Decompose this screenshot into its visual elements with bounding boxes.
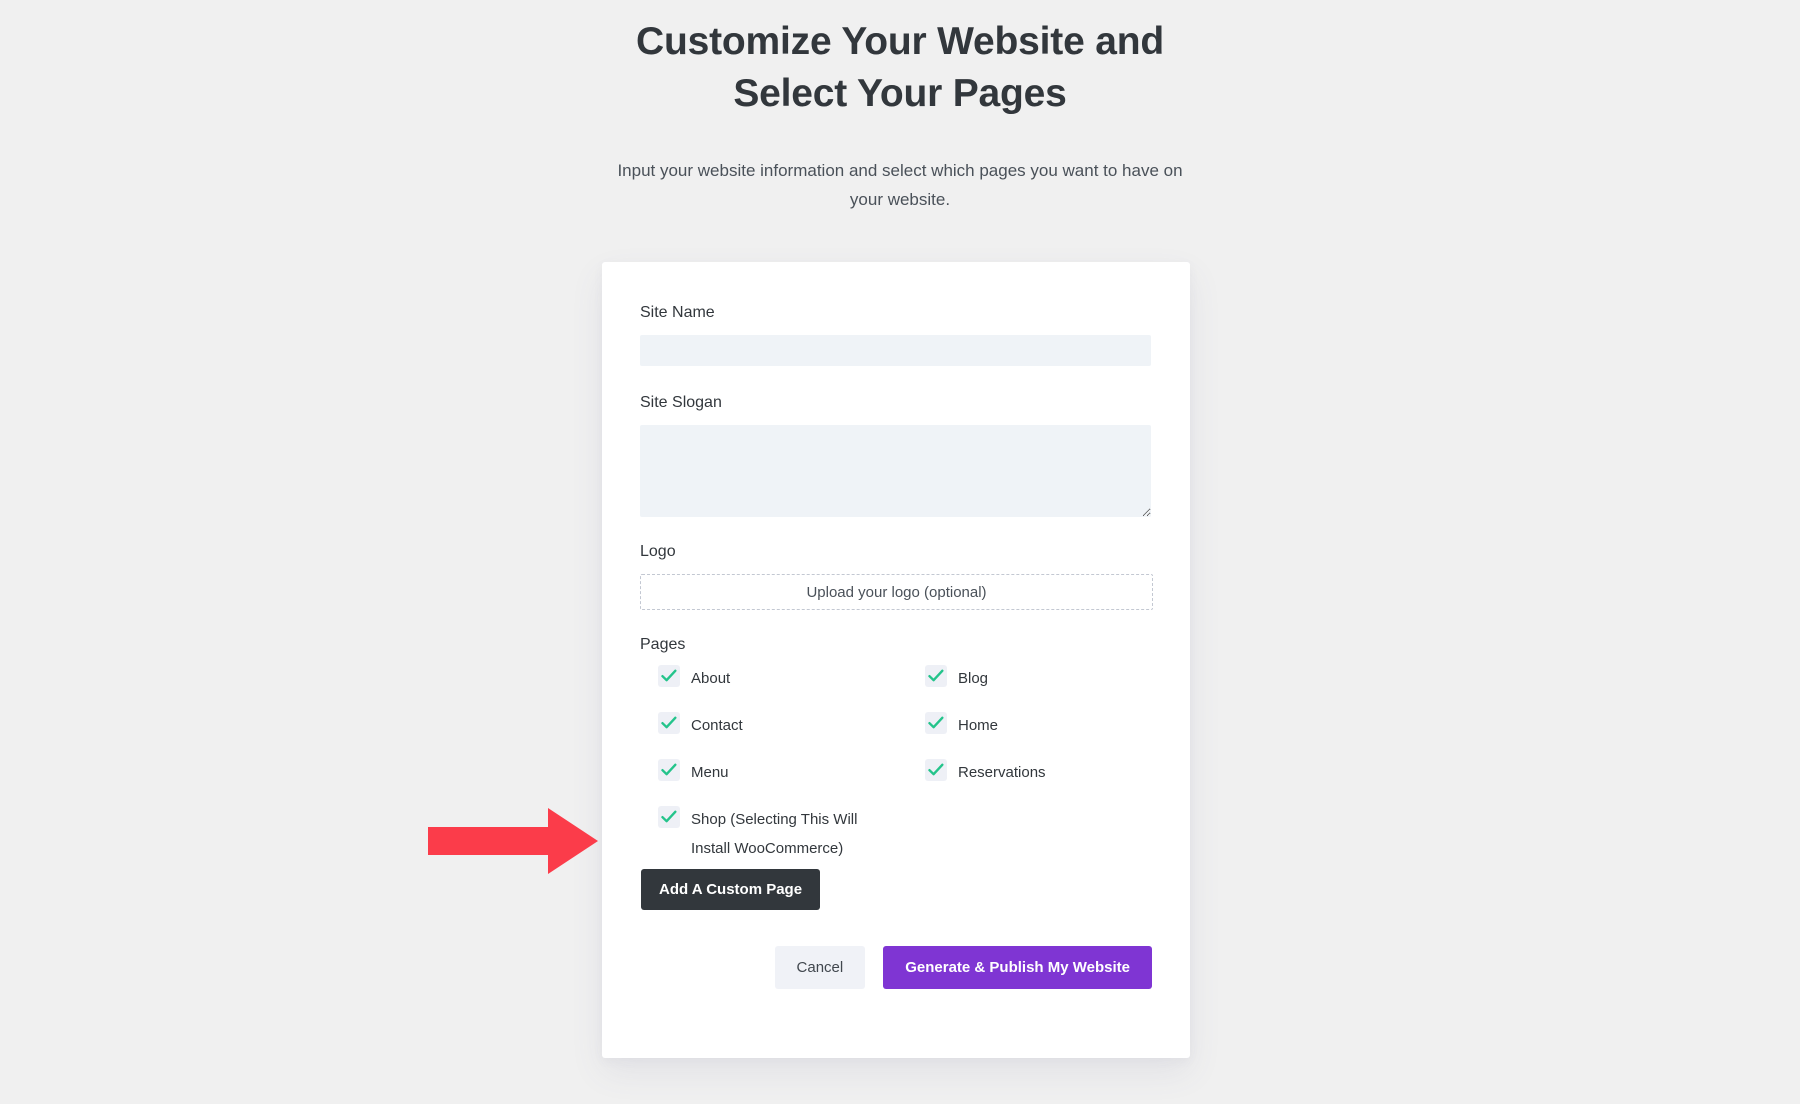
checkbox-about[interactable] [658, 665, 680, 687]
checkmark-icon [928, 669, 944, 682]
page-option-label-contact: Contact [691, 717, 743, 734]
site-slogan-label: Site Slogan [640, 394, 722, 411]
page-option-home[interactable]: Home [925, 711, 1192, 758]
page-option-label-about: About [691, 670, 731, 687]
checkmark-icon [928, 763, 944, 776]
pages-label: Pages [640, 636, 686, 653]
page-header: Customize Your Website and Select Your P… [0, 16, 1800, 214]
checkbox-blog[interactable] [925, 665, 947, 687]
page-option-label-reservations: Reservations [958, 764, 1046, 781]
checkmark-icon [661, 763, 677, 776]
page-option-shop[interactable]: Shop (Selecting This Will Install WooCom… [658, 805, 925, 863]
site-slogan-field-group: Site Slogan [640, 392, 1152, 517]
customize-website-page: Customize Your Website and Select Your P… [0, 0, 1800, 1104]
logo-upload-dropzone[interactable]: Upload your logo (optional) [640, 574, 1153, 610]
checkbox-contact[interactable] [658, 712, 680, 734]
site-name-field-group: Site Name [640, 302, 1152, 366]
logo-upload-text: Upload your logo (optional) [806, 583, 987, 601]
page-title: Customize Your Website and Select Your P… [636, 20, 1164, 115]
form-actions: Cancel Generate & Publish My Website [640, 946, 1152, 989]
checkmark-icon [661, 810, 677, 823]
checkmark-icon [928, 716, 944, 729]
page-option-blog[interactable]: Blog [925, 664, 1192, 711]
checkbox-home[interactable] [925, 712, 947, 734]
page-subtitle: Input your website information and selec… [617, 161, 1183, 209]
logo-label: Logo [640, 543, 676, 560]
site-slogan-textarea[interactable] [640, 425, 1151, 517]
page-option-label-shop: Shop (Selecting This Will Install WooCom… [691, 811, 858, 857]
checkbox-shop[interactable] [658, 806, 680, 828]
site-name-input[interactable] [640, 335, 1151, 366]
add-custom-page-button[interactable]: Add A Custom Page [641, 869, 821, 910]
generate-publish-button[interactable]: Generate & Publish My Website [883, 946, 1152, 989]
page-option-about[interactable]: About [658, 664, 925, 711]
site-name-label: Site Name [640, 304, 715, 321]
customize-form-card: Site Name Site Slogan Logo Upload your l… [602, 262, 1190, 1058]
logo-field-group: Logo Upload your logo (optional) [640, 541, 1153, 610]
page-option-contact[interactable]: Contact [658, 711, 925, 758]
checkbox-reservations[interactable] [925, 759, 947, 781]
pages-checkbox-grid: About Blog Contact Home Menu Reservation… [640, 664, 1152, 863]
page-option-label-home: Home [958, 717, 999, 734]
page-option-menu[interactable]: Menu [658, 758, 925, 805]
checkmark-icon [661, 669, 677, 682]
page-option-label-menu: Menu [691, 764, 729, 781]
checkmark-icon [661, 716, 677, 729]
pages-field-group: Pages About Blog Contact Home Menu Reser… [640, 636, 1152, 910]
cancel-button[interactable]: Cancel [774, 946, 866, 989]
page-option-label-blog: Blog [958, 670, 989, 687]
checkbox-menu[interactable] [658, 759, 680, 781]
page-option-reservations[interactable]: Reservations [925, 758, 1192, 805]
